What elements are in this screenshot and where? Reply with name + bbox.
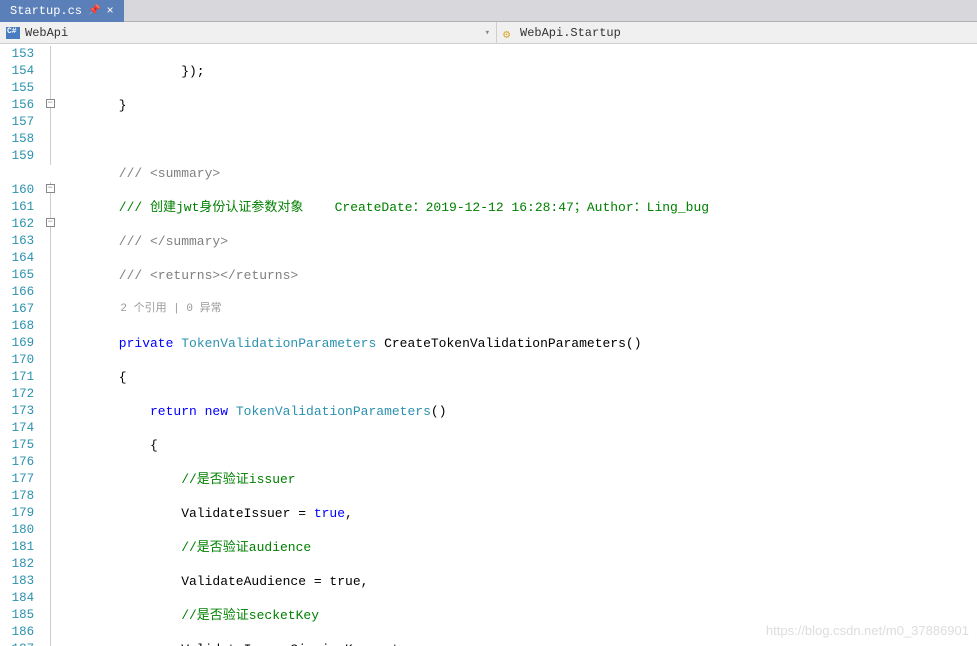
code-line[interactable]: //是否验证audience [56,539,977,556]
fold-box-icon[interactable]: − [46,218,55,227]
code-editor[interactable]: 153154155156157158159 160161162163164165… [0,44,977,646]
code-line[interactable]: { [56,437,977,454]
code-line[interactable]: /// <returns></returns> [56,267,977,284]
code-line[interactable]: }); [56,63,977,80]
code-line[interactable]: /// <summary> [56,165,977,182]
tab-bar: Startup.cs 📌 × [0,0,977,22]
code-line[interactable] [56,131,977,148]
nav-class-dropdown[interactable]: WebApi.Startup [497,22,977,43]
tab-startup[interactable]: Startup.cs 📌 × [0,0,124,22]
close-icon[interactable]: × [106,4,113,18]
fold-box-icon[interactable]: − [46,184,55,193]
code-line[interactable]: ValidateAudience = true, [56,573,977,590]
nav-project-dropdown[interactable]: WebApi ▾ [0,22,497,43]
codelens-line[interactable]: 2 个引用 | 0 异常 [56,301,977,318]
code-line[interactable]: ValidateIssuerSigningKey = true, [56,641,977,646]
tab-filename: Startup.cs [10,4,82,18]
code-line[interactable]: ValidateIssuer = true, [56,505,977,522]
fold-box-icon[interactable]: − [46,99,55,108]
code-line[interactable]: private TokenValidationParameters Create… [56,335,977,352]
line-number-gutter: 153154155156157158159 160161162163164165… [0,44,44,646]
code-line[interactable]: } [56,97,977,114]
code-line[interactable]: return new TokenValidationParameters() [56,403,977,420]
class-icon [503,27,515,39]
code-line[interactable]: /// 创建jwt身份认证参数对象 CreateDate：2019-12-12 … [56,199,977,216]
watermark-text: https://blog.csdn.net/m0_37886901 [766,623,969,638]
code-folding-column[interactable]: − − − [44,44,56,646]
code-line[interactable]: //是否验证secketKey [56,607,977,624]
navigation-bar: WebApi ▾ WebApi.Startup [0,22,977,44]
code-content[interactable]: }); } /// <summary> /// 创建jwt身份认证参数对象 Cr… [56,44,977,646]
nav-class-label: WebApi.Startup [520,26,621,40]
nav-project-label: WebApi [25,26,68,40]
pin-icon[interactable]: 📌 [88,5,100,17]
code-line[interactable]: { [56,369,977,386]
csharp-project-icon [6,27,20,39]
code-line[interactable]: //是否验证issuer [56,471,977,488]
code-line[interactable]: /// </summary> [56,233,977,250]
chevron-down-icon: ▾ [485,28,490,38]
